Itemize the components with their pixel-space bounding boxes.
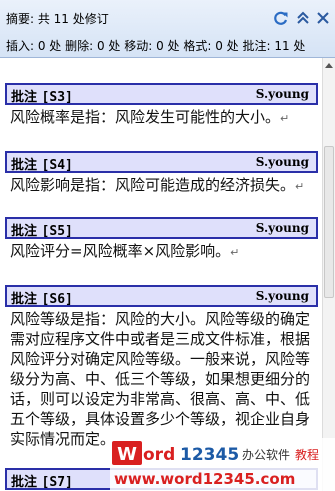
logo-digits: 12345 [180, 445, 239, 465]
comment-tag: 批注 [S4] [11, 158, 73, 173]
comment-header: 批注 [S3] S.young [5, 83, 318, 105]
comment-author: S.young [255, 87, 309, 101]
comment-header: 批注 [S6] S.young [5, 285, 318, 307]
comment-text[interactable]: 风险影响是指：风险可能造成的经济损失。↵ [10, 175, 320, 197]
comment-text[interactable]: 风险评分=风险概率×风险影响。↵ [10, 241, 320, 263]
revision-counts: 插入: 0 处 删除: 0 处 移动: 0 处 格式: 0 处 批注: 11 处 [6, 39, 306, 53]
comment-tag: 批注 [S6] [11, 292, 73, 307]
comment-tag: 批注 [S3] [11, 90, 73, 105]
logo-url: www.word12345.com [114, 470, 295, 488]
close-icon[interactable] [314, 9, 332, 27]
scroll-thumb[interactable] [324, 146, 334, 298]
refresh-icon[interactable] [272, 9, 290, 27]
vertical-scrollbar[interactable] [322, 58, 335, 491]
chevron-up-icon[interactable] [294, 9, 312, 27]
logo-letter: W [117, 444, 137, 465]
comment-author: S.young [255, 221, 309, 235]
comment-tag: 批注 [S5] [11, 224, 73, 239]
paragraph-mark-icon: ↵ [280, 112, 290, 125]
paragraph-mark-icon: ↵ [295, 180, 305, 193]
revision-summary: 摘要: 共 11 处修订 [6, 12, 109, 26]
logo-slogan-a: 办公软件 [242, 447, 290, 462]
comment-text[interactable]: 风险概率是指：风险发生可能性的大小。↵ [10, 107, 320, 129]
logo-slogan-b: 教程 [295, 447, 319, 462]
watermark-logo: W ord 12345 办公软件 教程 www.word12345.com [110, 438, 335, 491]
summary-row: 摘要: 共 11 处修订 [0, 8, 335, 30]
logo-wordmark: ord [143, 445, 175, 465]
comments-list[interactable]: 批注 [S3] S.young 风险概率是指：风险发生可能性的大小。↵ 批注 [… [0, 58, 322, 491]
revisions-pane-header: 摘要: 共 11 处修订 插入: 0 处 删除: 0 处 移动: 0 处 格式:… [0, 0, 335, 58]
paragraph-mark-icon: ↵ [230, 246, 240, 259]
comment-header: 批注 [S4] S.young [5, 151, 318, 173]
scroll-up-arrow-icon[interactable] [323, 60, 335, 72]
comment-author: S.young [255, 155, 309, 169]
comment-author: S.young [255, 289, 309, 303]
comment-tag: 批注 [S7] [11, 475, 73, 490]
comment-text[interactable]: 风险等级是指：风险的大小。风险等级的确定需对应程序文件中或者是三成文件标准，根据… [10, 309, 320, 449]
comment-header: 批注 [S5] S.young [5, 217, 318, 239]
